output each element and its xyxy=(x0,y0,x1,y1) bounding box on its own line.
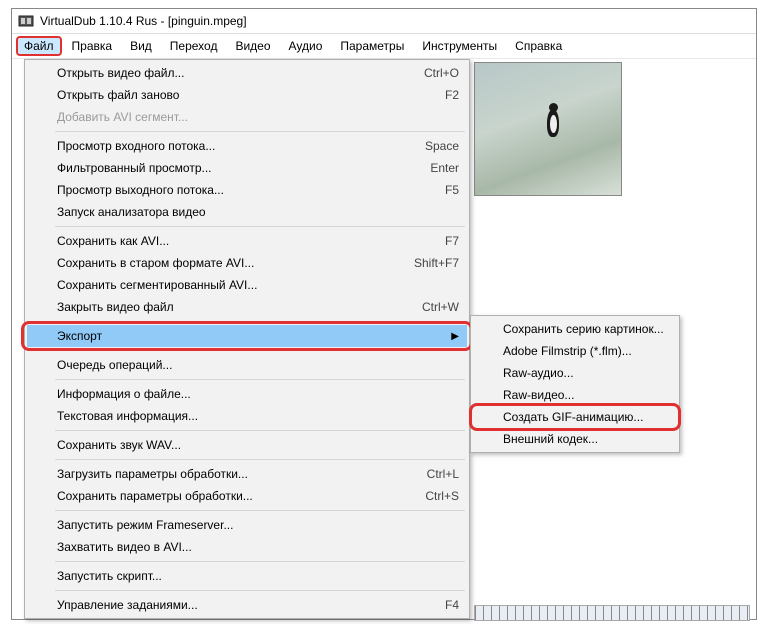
menu-preview-input[interactable]: Просмотр входного потока... Space xyxy=(27,135,467,157)
menu-run-analysis[interactable]: Запуск анализатора видео xyxy=(27,201,467,223)
menu-open-video[interactable]: Открыть видео файл... Ctrl+O xyxy=(27,62,467,84)
menu-save-avi[interactable]: Сохранить как AVI... F7 xyxy=(27,230,467,252)
separator xyxy=(55,590,465,591)
app-icon xyxy=(18,13,34,29)
export-raw-video[interactable]: Raw-видео... xyxy=(473,384,677,406)
menu-preview-output[interactable]: Просмотр выходного потока... F5 xyxy=(27,179,467,201)
content-area: Открыть видео файл... Ctrl+O Открыть фай… xyxy=(12,59,756,619)
menu-view[interactable]: Вид xyxy=(122,36,160,56)
menu-video[interactable]: Видео xyxy=(227,36,278,56)
separator xyxy=(55,350,465,351)
menu-save-processing[interactable]: Сохранить параметры обработки... Ctrl+S xyxy=(27,485,467,507)
menu-help[interactable]: Справка xyxy=(507,36,570,56)
app-window: VirtualDub 1.10.4 Rus - [pinguin.mpeg] Ф… xyxy=(11,8,757,620)
separator xyxy=(55,561,465,562)
menu-append-avi: Добавить AVI сегмент... xyxy=(27,106,467,128)
export-submenu: Сохранить серию картинок... Adobe Filmst… xyxy=(470,315,680,453)
menu-text-info[interactable]: Текстовая информация... xyxy=(27,405,467,427)
menu-reopen[interactable]: Открыть файл заново F2 xyxy=(27,84,467,106)
chevron-right-icon: ▶ xyxy=(451,331,459,342)
separator xyxy=(55,226,465,227)
menu-edit[interactable]: Правка xyxy=(64,36,121,56)
separator xyxy=(55,430,465,431)
separator xyxy=(55,131,465,132)
separator xyxy=(55,379,465,380)
menu-frameserver[interactable]: Запустить режим Frameserver... xyxy=(27,514,467,536)
file-dropdown: Открыть видео файл... Ctrl+O Открыть фай… xyxy=(24,59,470,619)
menu-audio[interactable]: Аудио xyxy=(281,36,331,56)
separator xyxy=(55,510,465,511)
menu-save-old-avi[interactable]: Сохранить в старом формате AVI... Shift+… xyxy=(27,252,467,274)
menu-preview-filtered[interactable]: Фильтрованный просмотр... Enter xyxy=(27,157,467,179)
menubar: Файл Правка Вид Переход Видео Аудио Пара… xyxy=(12,34,756,59)
menu-load-processing[interactable]: Загрузить параметры обработки... Ctrl+L xyxy=(27,463,467,485)
menu-close-video[interactable]: Закрыть видео файл Ctrl+W xyxy=(27,296,467,318)
export-raw-audio[interactable]: Raw-аудио... xyxy=(473,362,677,384)
menu-export[interactable]: Экспорт ▶ xyxy=(27,325,467,347)
timeline-ruler[interactable] xyxy=(474,605,750,621)
export-image-sequence[interactable]: Сохранить серию картинок... xyxy=(473,318,677,340)
menu-file-info[interactable]: Информация о файле... xyxy=(27,383,467,405)
titlebar: VirtualDub 1.10.4 Rus - [pinguin.mpeg] xyxy=(12,9,756,34)
separator xyxy=(55,321,465,322)
menu-save-segmented[interactable]: Сохранить сегментированный AVI... xyxy=(27,274,467,296)
export-external-codec[interactable]: Внешний кодек... xyxy=(473,428,677,450)
penguin-image xyxy=(547,101,561,141)
menu-options[interactable]: Параметры xyxy=(332,36,412,56)
menu-queue[interactable]: Очередь операций... xyxy=(27,354,467,376)
menu-save-wav[interactable]: Сохранить звук WAV... xyxy=(27,434,467,456)
export-filmstrip[interactable]: Adobe Filmstrip (*.flm)... xyxy=(473,340,677,362)
menu-capture-avi[interactable]: Захватить видео в AVI... xyxy=(27,536,467,558)
video-preview[interactable] xyxy=(474,62,622,196)
menu-run-script[interactable]: Запустить скрипт... xyxy=(27,565,467,587)
menu-tools[interactable]: Инструменты xyxy=(414,36,505,56)
window-title: VirtualDub 1.10.4 Rus - [pinguin.mpeg] xyxy=(40,14,247,28)
menu-go[interactable]: Переход xyxy=(162,36,226,56)
menu-file[interactable]: Файл xyxy=(16,36,62,56)
export-create-gif[interactable]: Создать GIF-анимацию... xyxy=(473,406,677,428)
menu-job-control[interactable]: Управление заданиями... F4 xyxy=(27,594,467,616)
separator xyxy=(55,459,465,460)
